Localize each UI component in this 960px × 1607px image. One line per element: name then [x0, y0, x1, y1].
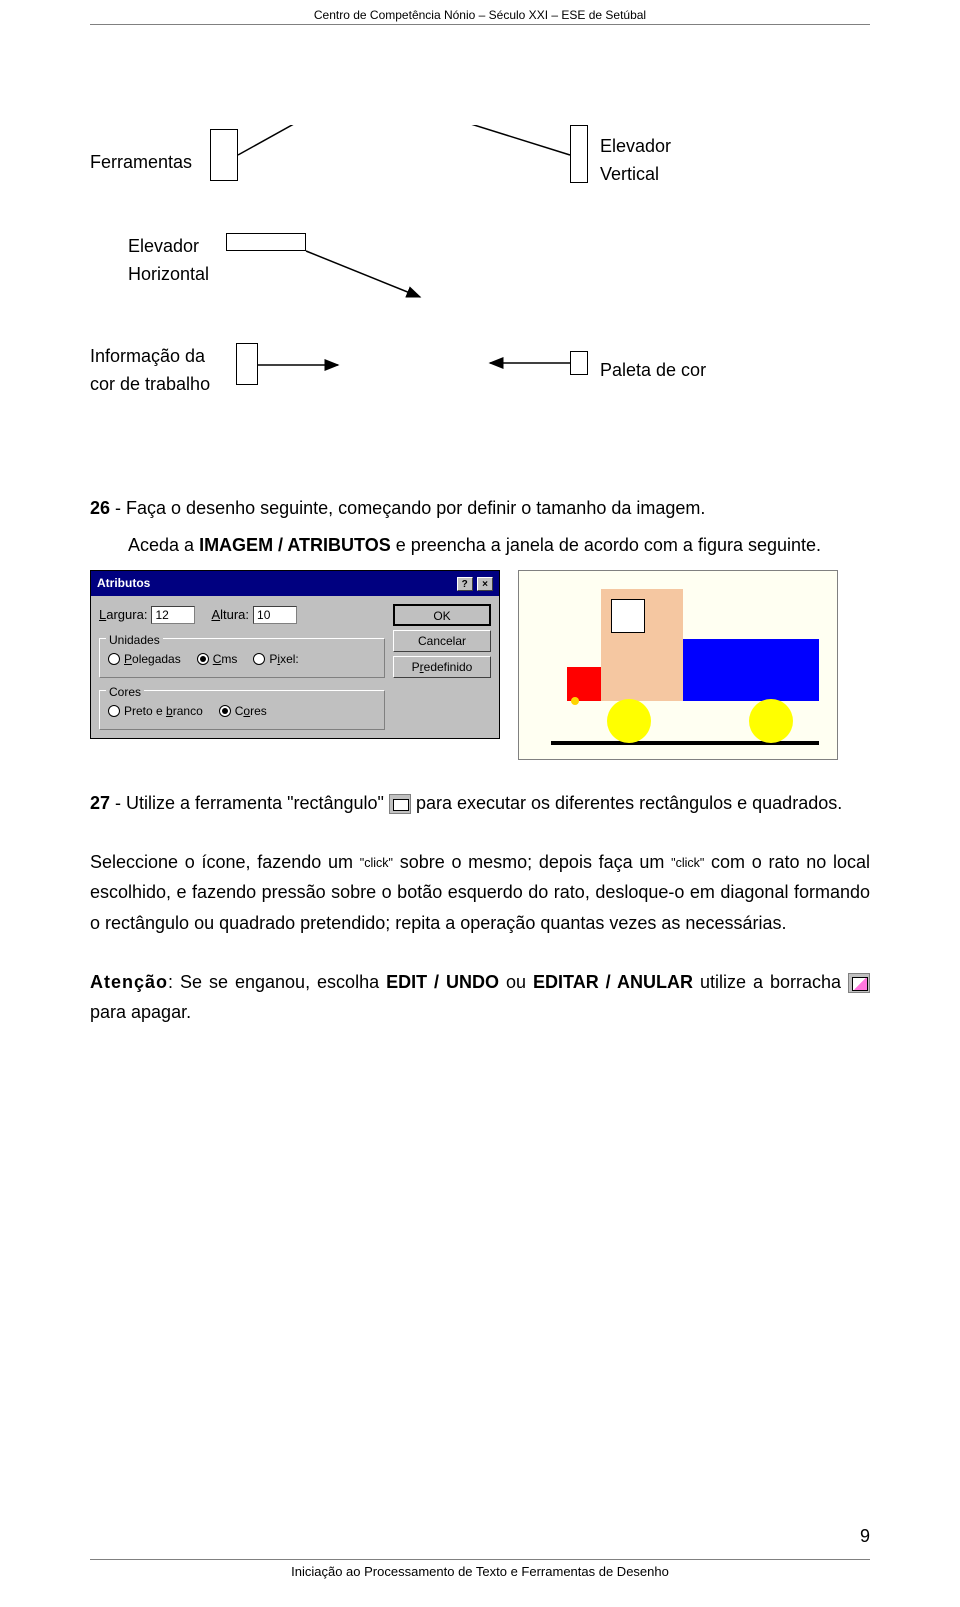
step-26-b1: Aceda a — [128, 535, 199, 555]
footer-title: Iniciação ao Processamento de Texto e Fe… — [0, 1564, 960, 1579]
truck-front — [567, 667, 601, 701]
box-info — [236, 343, 258, 385]
radio-polegadas[interactable]: Polegadas — [108, 649, 181, 669]
largura-label: Largura: — [99, 604, 147, 626]
step-27-p1: 27 - Utilize a ferramenta "rectângulo" p… — [90, 788, 870, 819]
footer-rule — [90, 1559, 870, 1560]
dialog-buttons: OK Cancelar Predefinido — [393, 604, 491, 731]
dialog-help-icon[interactable]: ? — [457, 577, 473, 591]
step-26-b2: e preencha a janela de acordo com a figu… — [391, 535, 821, 555]
label-paleta: Paleta de cor — [600, 355, 706, 386]
radio-pixel[interactable]: Pixel: — [253, 649, 298, 669]
box-elev-v — [570, 125, 588, 183]
eraser-tool-icon — [848, 973, 870, 993]
toolbar-diagram: Ferramentas Elevador Vertical Elevador H… — [90, 125, 870, 465]
predefinido-button[interactable]: Predefinido — [393, 656, 491, 678]
box-paleta — [570, 351, 588, 375]
dialog-body: Largura: Altura: Polegadas Cms Pixel: — [91, 596, 499, 739]
largura-field: Largura: — [99, 604, 195, 626]
diagram-arrows — [90, 125, 870, 465]
atributos-dialog: Atributos ? × Largura: Altura: — [90, 570, 500, 739]
group-cores: Preto e branco Cores — [99, 690, 385, 730]
radio-pb[interactable]: Preto e branco — [108, 701, 203, 721]
dialog-close-icon[interactable]: × — [477, 577, 493, 591]
att-c: para apagar. — [90, 1002, 191, 1022]
largura-input[interactable] — [151, 606, 195, 624]
step-26-p2: Aceda a IMAGEM / ATRIBUTOS e preencha a … — [90, 530, 870, 561]
label-elev-v2: Vertical — [600, 159, 659, 190]
label-ferramentas: Ferramentas — [90, 147, 192, 178]
altura-input[interactable] — [253, 606, 297, 624]
box-elev-h — [226, 233, 306, 251]
truck-illustration — [518, 570, 838, 760]
page-number: 9 — [860, 1526, 870, 1547]
step-27-p2: Seleccione o ícone, fazendo um "click" s… — [90, 847, 870, 939]
label-elev-h1: Elevador — [128, 231, 199, 262]
header-title: Centro de Competência Nónio – Século XXI… — [314, 8, 646, 22]
click-1: "click" — [360, 856, 393, 870]
att-mid: ou — [499, 972, 533, 992]
step-27-a: - Utilize a ferramenta "rectângulo" — [110, 793, 389, 813]
att-a: : Se se enganou, escolha — [168, 972, 386, 992]
step-26-text-a: - Faça o desenho seguinte, começando por… — [110, 498, 705, 518]
radio-cores[interactable]: Cores — [219, 701, 267, 721]
dialog-titlebar: Atributos ? × — [91, 571, 499, 595]
dialog-title: Atributos — [97, 573, 150, 593]
att-bold1: EDIT / UNDO — [386, 972, 499, 992]
step-26-p1: 26 - Faça o desenho seguinte, começando … — [90, 493, 870, 524]
truck-ground — [551, 741, 819, 745]
attention-label: Atenção — [90, 972, 168, 992]
att-b: utilize a borracha — [693, 972, 848, 992]
label-info1: Informação da — [90, 341, 205, 372]
dialog-and-illustration-row: Atributos ? × Largura: Altura: — [90, 570, 870, 760]
p2b: sobre o mesmo; depois faça um — [393, 852, 671, 872]
step-26-num: 26 — [90, 498, 110, 518]
att-bold2: EDITAR / ANULAR — [533, 972, 693, 992]
page-header: Centro de Competência Nónio – Século XXI… — [0, 0, 960, 22]
altura-field: Altura: — [211, 604, 297, 626]
truck-body — [683, 639, 819, 701]
label-elev-h2: Horizontal — [128, 259, 209, 290]
altura-label: Altura: — [211, 604, 249, 626]
attention-para: Atenção: Se se enganou, escolha EDIT / U… — [90, 967, 870, 1028]
truck-window — [611, 599, 645, 633]
click-2: "click" — [671, 856, 704, 870]
content-area: Ferramentas Elevador Vertical Elevador H… — [90, 25, 870, 1028]
group-unidades: Polegadas Cms Pixel: — [99, 638, 385, 678]
label-info2: cor de trabalho — [90, 369, 210, 400]
step-27-b: para executar os diferentes rectângulos … — [416, 793, 842, 813]
page-footer: Iniciação ao Processamento de Texto e Fe… — [0, 1557, 960, 1579]
radio-cms[interactable]: Cms — [197, 649, 238, 669]
box-ferramentas — [210, 129, 238, 181]
truck-light — [571, 697, 579, 705]
dialog-left: Largura: Altura: Polegadas Cms Pixel: — [99, 604, 385, 731]
p2a: Seleccione o ícone, fazendo um — [90, 852, 360, 872]
cancel-button[interactable]: Cancelar — [393, 630, 491, 652]
rectangle-tool-icon — [389, 794, 411, 814]
step-26-bold: IMAGEM / ATRIBUTOS — [199, 535, 391, 555]
step-27-num: 27 — [90, 793, 110, 813]
label-elev-v1: Elevador — [600, 131, 671, 162]
truck-wheel-1 — [607, 699, 651, 743]
ok-button[interactable]: OK — [393, 604, 491, 626]
truck-wheel-2 — [749, 699, 793, 743]
